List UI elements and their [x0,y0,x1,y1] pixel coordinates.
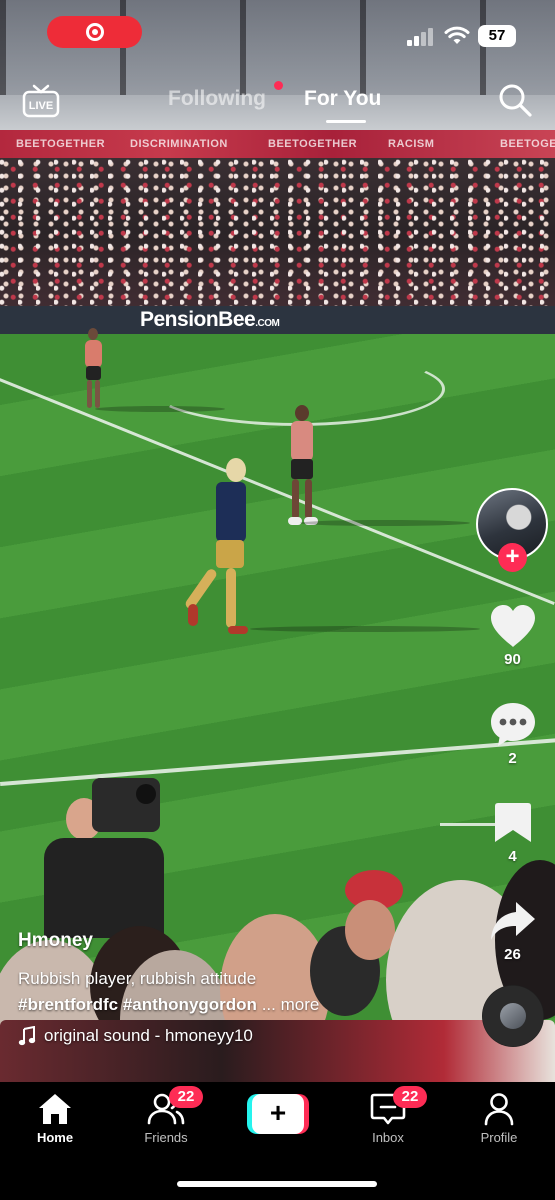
tab-following[interactable]: Following [168,87,266,111]
sound-title: original sound - hmoneyy10 [44,1026,253,1045]
active-tab-indicator [326,120,366,123]
record-icon [85,23,104,41]
new-content-dot [274,81,283,90]
hashtag-links[interactable]: #brentfordfc #anthonygordon [18,995,257,1014]
player-shadow [300,520,470,526]
ad-board-text: PensionBee.COM [140,308,280,331]
banner-text: BEETOGETHER [268,138,358,150]
sound-cover-thumbnail [500,1003,526,1029]
nav-friends-label: Friends [144,1130,188,1145]
live-label: LIVE [29,100,53,112]
player-figure [286,405,320,527]
home-indicator [177,1181,377,1187]
live-icon[interactable]: LIVE [22,84,60,118]
banner-text: RACISM [388,138,435,150]
creator-username[interactable]: Hmoney [18,930,458,952]
nav-home[interactable]: Home [10,1092,100,1145]
nav-profile-label: Profile [480,1130,518,1145]
player-shadow [95,406,225,412]
bookmark-icon [494,803,531,842]
comment-icon [490,703,535,746]
follow-button[interactable]: + [498,543,527,572]
comment-button[interactable]: 2 [470,700,555,767]
share-icon [490,902,535,940]
create-button[interactable]: + [247,1094,309,1134]
like-button[interactable]: 90 [470,603,555,668]
nav-friends[interactable]: 22 Friends [121,1086,211,1145]
bookmark-button[interactable]: 4 [470,800,555,865]
sound-disc[interactable] [482,985,544,1047]
screen-recording-indicator[interactable] [47,16,142,48]
nav-home-label: Home [36,1130,74,1145]
more-link[interactable]: ... more [262,995,320,1014]
bookmark-count: 4 [508,848,517,865]
home-icon [39,1094,71,1124]
music-note-icon [18,1026,36,1046]
profile-icon [484,1093,514,1126]
nav-inbox[interactable]: 22 Inbox [343,1086,433,1145]
player-figure [82,328,108,412]
player-figure [183,458,258,638]
post-caption: Hmoney Rubbish player, rubbish attitude … [18,930,458,1046]
banner-text: DISCRIMINATION [130,138,228,150]
share-button[interactable]: 26 [470,898,555,963]
nav-inbox-label: Inbox [372,1130,404,1145]
friends-badge: 22 [169,1086,203,1108]
wifi-icon [444,26,470,44]
banner-text: BEETOGETHER [16,138,106,150]
plus-icon: + [252,1094,304,1134]
action-column: + 90 2 4 26 [470,0,555,1082]
post-hashtags: #brentfordfc #anthonygordon ... more [18,992,458,1018]
like-count: 90 [504,651,521,668]
heart-icon [490,605,535,647]
player-shadow [250,626,480,632]
sound-link[interactable]: original sound - hmoneyy10 [18,1026,458,1046]
comment-count: 2 [508,750,517,767]
cellular-signal-icon [407,26,435,46]
inbox-badge: 22 [393,1086,427,1108]
share-count: 26 [504,946,521,963]
post-description: Rubbish player, rubbish attitude [18,969,257,988]
tab-for-you[interactable]: For You [304,87,381,111]
nav-profile[interactable]: Profile [454,1092,544,1145]
